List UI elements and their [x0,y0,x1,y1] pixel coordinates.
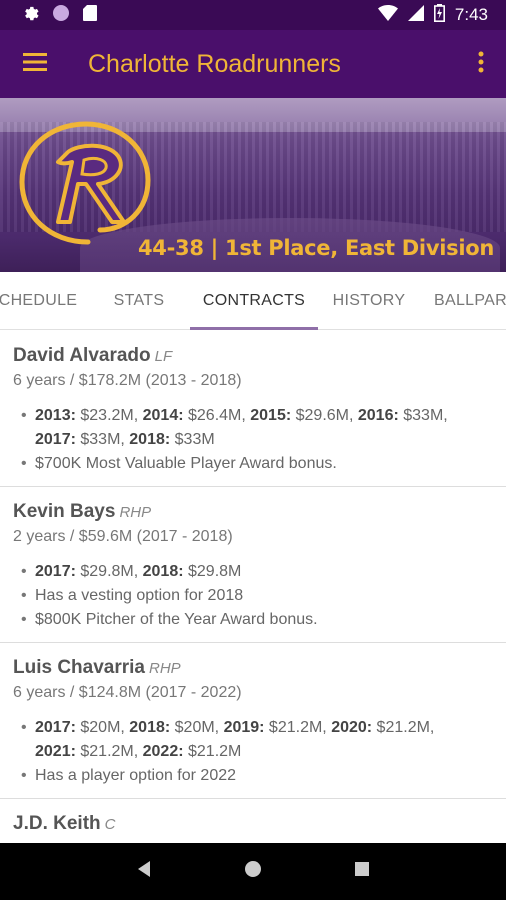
overflow-menu-button[interactable] [456,30,506,98]
salary-amount: $21.2M, [75,743,143,760]
salary-year: 2019: [223,719,265,736]
salary-year: 2016: [357,407,399,424]
player-position: LF [154,348,173,365]
player-card[interactable]: J.D. Keith C [0,799,506,843]
recents-button[interactable] [352,859,372,884]
salary-amount: $29.6M, [291,407,358,424]
menu-icon [23,52,47,76]
salary-breakdown: 2017: $29.8M, 2018: $29.8M [13,560,493,584]
team-logo [16,118,156,255]
sd-card-icon [82,4,98,27]
wifi-icon [377,4,398,26]
salary-year: 2018: [129,431,171,448]
player-position: C [104,816,116,833]
player-position: RHP [149,660,181,677]
player-card[interactable]: David Alvarado LF 6 years / $178.2M (2013… [0,331,506,487]
contract-summary: 6 years / $124.8M (2017 - 2022) [13,684,242,701]
settings-icon [22,4,40,27]
player-position: RHP [119,504,152,521]
salary-amount: $21.2M, [372,719,435,736]
player-card[interactable]: Luis Chavarria RHP 6 years / $124.8M (201… [0,643,506,799]
team-record: 44-38 | 1st Place, East Division [137,236,494,260]
tab-stats[interactable]: STATS [100,272,178,330]
salary-amount: $21.2M [183,743,242,760]
salary-amount: $20M, [170,719,224,736]
contracts-list[interactable]: David Alvarado LF 6 years / $178.2M (2013… [0,331,506,843]
app-bar: Charlotte Roadrunners [0,30,506,98]
signal-icon [407,4,424,26]
notification-circle-icon [52,4,70,27]
salary-year: 2014: [142,407,184,424]
system-navigation-bar [0,843,506,900]
app-title: Charlotte Roadrunners [88,49,341,78]
back-icon [138,861,151,877]
salary-year: 2018: [129,719,171,736]
contract-note: $800K Pitcher of the Year Award bonus. [13,608,493,632]
contract-note: Has a vesting option for 2018 [13,584,493,608]
salary-year: 2021: [35,743,76,760]
player-name: David Alvarado [13,345,151,366]
salary-amount: $29.8M [183,563,242,580]
salary-breakdown: 2017: $20M, 2018: $20M, 2019: $21.2M, 20… [13,716,493,764]
recents-icon [354,862,369,876]
salary-year: 2017: [35,563,76,580]
overflow-menu-icon [478,51,484,78]
salary-amount: $20M, [75,719,130,736]
player-card[interactable]: Kevin Bays RHP 2 years / $59.6M (2017 - 2… [0,487,506,643]
contract-summary: 2 years / $59.6M (2017 - 2018) [13,528,233,545]
tab-contracts[interactable]: CONTRACTS [190,272,318,330]
salary-year: 2018: [142,563,184,580]
battery-icon [433,3,445,27]
team-banner: 44-38 | 1st Place, East Division [0,98,506,272]
menu-button[interactable] [0,30,70,98]
salary-amount: $33M [170,431,215,448]
tab-ballpark[interactable]: BALLPAR [424,272,506,330]
salary-amount: $33M, [75,431,130,448]
player-name: J.D. Keith [13,813,101,834]
player-name: Kevin Bays [13,501,116,522]
salary-amount: $33M, [398,407,448,424]
tab-history[interactable]: HISTORY [326,272,412,330]
back-button[interactable] [134,859,154,884]
section-tabs: CHEDULE STATS CONTRACTS HISTORY BALLPAR [0,272,506,330]
active-tab-indicator [190,327,318,330]
salary-year: 2015: [250,407,292,424]
home-button[interactable] [243,859,263,884]
salary-year: 2022: [142,743,184,760]
contract-note: Has a player option for 2022 [13,764,493,788]
salary-year: 2013: [35,407,76,424]
tab-schedule[interactable]: CHEDULE [0,272,80,330]
contract-summary: 6 years / $178.2M (2013 - 2018) [13,372,242,389]
salary-breakdown: 2013: $23.2M, 2014: $26.4M, 2015: $29.6M… [13,404,493,452]
salary-amount: $23.2M, [75,407,143,424]
home-icon [244,861,261,877]
salary-amount: $21.2M, [264,719,332,736]
salary-amount: $26.4M, [183,407,251,424]
salary-year: 2017: [35,719,76,736]
player-name: Luis Chavarria [13,657,145,678]
salary-year: 2017: [35,431,76,448]
status-bar: 7:43 [0,0,506,30]
salary-year: 2020: [331,719,373,736]
clock: 7:43 [454,5,488,24]
salary-amount: $29.8M, [75,563,143,580]
contract-note: $700K Most Valuable Player Award bonus. [13,452,493,476]
